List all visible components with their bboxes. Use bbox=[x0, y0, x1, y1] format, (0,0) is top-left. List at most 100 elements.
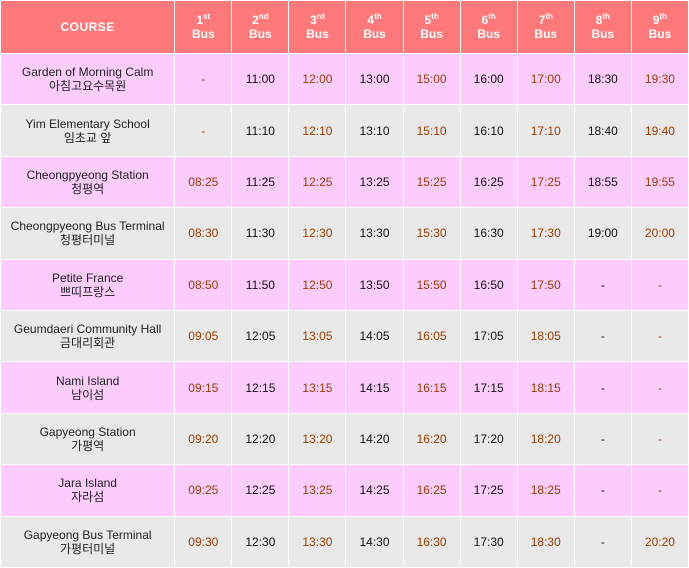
departure-time-cell: 14:20 bbox=[345, 412, 404, 466]
table-row: Garden of Morning Calm 아침고요수목원 -11:00 12:00… bbox=[0, 52, 689, 106]
bus-ordinal-suffix: th bbox=[488, 12, 496, 21]
bus-ordinal: 9th bbox=[632, 12, 687, 28]
bus-ordinal-suffix: th bbox=[431, 12, 439, 21]
bus-header-1: 1st Bus bbox=[174, 0, 233, 54]
departure-time-cell: 12:25 bbox=[288, 155, 347, 209]
bus-header-7: 7th Bus bbox=[516, 0, 575, 54]
stop-name-korean: 자라섬 bbox=[71, 490, 105, 505]
bus-ordinal-suffix: th bbox=[545, 12, 553, 21]
stop-name-cell: Cheongpyeong Station 청평역 bbox=[0, 155, 176, 209]
departure-time-cell: 12:15 bbox=[231, 361, 290, 414]
departure-time-cell: 16:00 bbox=[459, 52, 518, 106]
departure-time-cell: - bbox=[573, 361, 632, 414]
stop-name-korean: 청평역 bbox=[71, 181, 105, 196]
table-row: Gapyeong Station 가평역 09:20 12:20 13:20 14:20 1… bbox=[0, 412, 689, 466]
departure-time-cell: 13:20 bbox=[288, 412, 347, 466]
bus-header-9: 9th Bus bbox=[630, 0, 689, 54]
departure-time-cell: 09:05 bbox=[174, 309, 233, 363]
departure-time-cell: 15:10 bbox=[402, 104, 461, 157]
departure-time-cell: 18:15 bbox=[516, 361, 575, 414]
stop-name-cell: Yim Elementary School 임초교 앞 bbox=[0, 104, 176, 157]
table-row: Cheongpyeong Bus Terminal 청평터미널 08:30 11:30… bbox=[0, 207, 689, 260]
departure-time-cell: 08:30 bbox=[174, 207, 233, 260]
departure-time-cell: 09:15 bbox=[174, 361, 233, 414]
departure-time-cell: - bbox=[174, 104, 233, 157]
departure-time-cell: 17:20 bbox=[459, 412, 518, 466]
departure-time-cell: 12:50 bbox=[288, 258, 347, 311]
departure-time-cell: 20:20 bbox=[630, 515, 689, 568]
stop-name-korean: 청평터미널 bbox=[60, 233, 116, 248]
departure-time-cell: - bbox=[630, 258, 689, 311]
bus-ordinal: 4th bbox=[347, 13, 402, 28]
departure-time-cell: 20:00 bbox=[630, 207, 689, 260]
table-row: Cheongpyeong Station 청평역 08:25 11:25 12:25 13… bbox=[0, 155, 689, 209]
bus-ordinal-suffix: rd bbox=[316, 12, 325, 21]
departure-time-cell: 16:25 bbox=[459, 155, 518, 209]
bus-header-6: 6th Bus bbox=[459, 0, 518, 54]
departure-time-cell: 16:30 bbox=[402, 515, 461, 568]
departure-time-cell: - bbox=[573, 309, 632, 363]
departure-time-cell: 11:50 bbox=[231, 258, 290, 311]
departure-time-cell: 15:00 bbox=[402, 52, 461, 106]
departure-time-cell: 18:30 bbox=[516, 515, 575, 568]
bus-ordinal: 7th bbox=[518, 12, 573, 28]
table-row: Nami Island 남이섬 09:15 12:15 13:15 14:15 16:15 1… bbox=[0, 361, 689, 414]
departure-time-cell: 12:30 bbox=[288, 207, 347, 260]
departure-time-cell: 16:30 bbox=[459, 207, 518, 260]
timetable-body: Garden of Morning Calm 아침고요수목원 -11:00 12:00… bbox=[0, 52, 689, 568]
departure-time-cell: - bbox=[573, 412, 632, 466]
bus-label: Bus bbox=[477, 27, 501, 41]
departure-time-cell: 13:50 bbox=[345, 258, 404, 311]
header-row: COURSE 1st Bus 2nd Bus 3rd Bus 4th Bus 5th Bus 6th… bbox=[0, 0, 689, 54]
departure-time-cell: 17:00 bbox=[516, 52, 575, 106]
departure-time-cell: 18:40 bbox=[573, 104, 632, 157]
departure-time-cell: 11:30 bbox=[231, 207, 290, 260]
departure-time-cell: 13:00 bbox=[345, 52, 404, 106]
bus-number: 2 bbox=[252, 13, 259, 27]
departure-time-cell: 18:20 bbox=[516, 412, 575, 466]
departure-time-cell: 13:05 bbox=[288, 309, 347, 363]
departure-time-cell: 12:10 bbox=[288, 104, 347, 157]
bus-ordinal: 5th bbox=[404, 12, 459, 28]
departure-time-cell: 13:25 bbox=[288, 464, 347, 517]
bus-label: Bus bbox=[249, 27, 272, 41]
stop-name-cell: Geumdaeri Community Hall 금대리회관 bbox=[0, 309, 176, 363]
stop-name-english: Cheongpyeong Station bbox=[26, 167, 149, 182]
stop-name-korean: 가평역 bbox=[71, 438, 105, 453]
departure-time-cell: 17:50 bbox=[516, 258, 575, 311]
departure-time-cell: 17:30 bbox=[459, 515, 518, 568]
departure-time-cell: 17:25 bbox=[459, 464, 518, 517]
bus-label: Bus bbox=[306, 27, 329, 41]
departure-time-cell: - bbox=[630, 361, 689, 414]
bus-header-4: 4th Bus bbox=[345, 0, 404, 54]
timetable-header: COURSE 1st Bus 2nd Bus 3rd Bus 4th Bus 5th Bus 6th… bbox=[0, 0, 689, 54]
departure-time-cell: 19:00 bbox=[573, 207, 632, 260]
stop-name-cell: Cheongpyeong Bus Terminal 청평터미널 bbox=[0, 207, 176, 260]
stop-name-cell: Petite France 쁘띠프랑스 bbox=[0, 258, 176, 311]
departure-time-cell: 13:25 bbox=[345, 155, 404, 209]
departure-time-cell: 16:15 bbox=[402, 361, 461, 414]
table-row: Geumdaeri Community Hall 금대리회관 09:05 12:05 1… bbox=[0, 309, 689, 363]
departure-time-cell: 14:30 bbox=[345, 515, 404, 568]
departure-time-cell: 11:25 bbox=[231, 155, 290, 209]
stop-name-english: Nami Island bbox=[55, 373, 120, 388]
bus-label: Bus bbox=[648, 27, 672, 41]
stop-name-english: Petite France bbox=[51, 270, 124, 285]
departure-time-cell: 12:30 bbox=[231, 515, 290, 568]
bus-ordinal-suffix: th bbox=[659, 12, 668, 21]
departure-time-cell: - bbox=[174, 52, 233, 106]
bus-ordinal-suffix: nd bbox=[258, 12, 269, 21]
departure-time-cell: 17:15 bbox=[459, 361, 518, 414]
departure-time-cell: 12:05 bbox=[231, 309, 290, 363]
stop-name-english: Cheongpyeong Bus Terminal bbox=[10, 219, 165, 234]
departure-time-cell: 16:25 bbox=[402, 464, 461, 517]
bus-label: Bus bbox=[534, 27, 558, 41]
departure-time-cell: 19:40 bbox=[630, 104, 689, 157]
departure-time-cell: 12:20 bbox=[231, 412, 290, 466]
departure-time-cell: 09:25 bbox=[174, 464, 233, 517]
bus-label: Bus bbox=[591, 27, 615, 41]
departure-time-cell: - bbox=[630, 412, 689, 466]
departure-time-cell: - bbox=[573, 515, 632, 568]
bus-ordinal: 8th bbox=[575, 13, 630, 28]
bus-number: 9 bbox=[652, 13, 660, 27]
